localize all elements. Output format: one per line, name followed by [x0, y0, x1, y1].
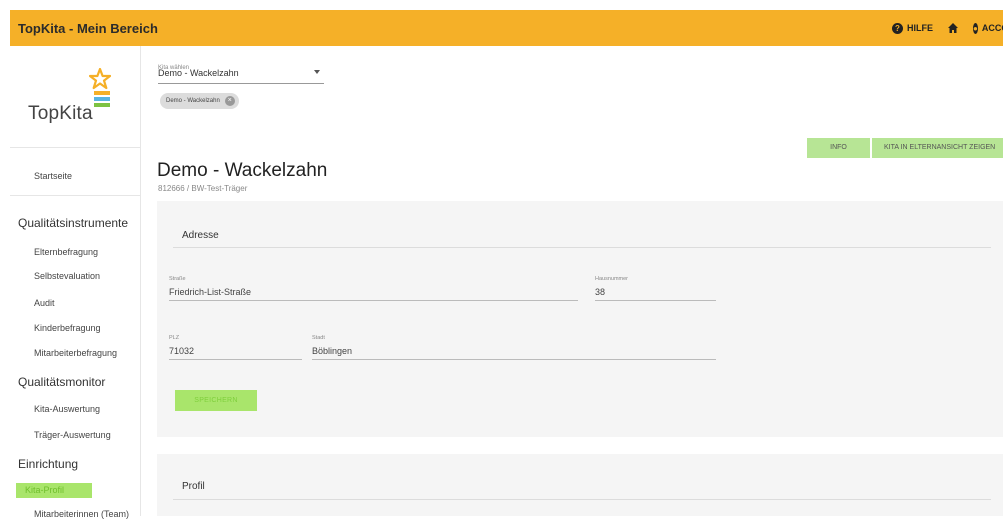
- help-icon: ?: [892, 22, 903, 34]
- page-title: Demo - Wackelzahn: [157, 160, 328, 181]
- plz-field[interactable]: PLZ 71032: [169, 335, 302, 360]
- logo-text: TopKita: [28, 103, 93, 124]
- sidebar-item-startseite[interactable]: Startseite: [34, 171, 72, 181]
- home-button[interactable]: [947, 22, 959, 34]
- street-input[interactable]: Friedrich-List-Straße: [169, 287, 578, 301]
- kita-chip: Demo - Wackelzahn ×: [160, 93, 239, 109]
- top-nav: ? HILFE ● ACCOUNT: [892, 10, 1003, 46]
- page-subtitle: 812666 / BW-Test-Träger: [158, 184, 248, 193]
- logo[interactable]: TopKita: [10, 46, 141, 148]
- chevron-down-icon: [314, 70, 320, 74]
- number-field[interactable]: Hausnummer 38: [595, 276, 716, 301]
- card-divider: [173, 247, 991, 248]
- account-button[interactable]: ● ACCOUNT: [973, 22, 1003, 34]
- top-bar: TopKita - Mein Bereich ? HILFE ● ACCOUNT: [10, 10, 1003, 46]
- kita-select[interactable]: Kita wählen Demo - Wackelzahn: [158, 56, 324, 84]
- account-label: ACCOUNT: [981, 23, 1003, 33]
- sidebar-item-elternbefragung[interactable]: Elternbefragung: [34, 247, 98, 257]
- sidebar-item-audit[interactable]: Audit: [34, 298, 55, 308]
- sidebar-divider: [10, 195, 141, 196]
- street-field[interactable]: Straße Friedrich-List-Straße: [169, 276, 578, 301]
- sidebar-item-kinderbefragung[interactable]: Kinderbefragung: [34, 323, 101, 333]
- plz-input[interactable]: 71032: [169, 346, 302, 360]
- card-divider: [173, 499, 991, 500]
- sidebar-heading-qualitaetsinstrumente: Qualitätsinstrumente: [18, 216, 129, 230]
- city-label: Stadt: [312, 335, 325, 341]
- sidebar-item-mitarbeiterinnen[interactable]: Mitarbeiterinnen (Team): [34, 509, 129, 519]
- help-button[interactable]: ? HILFE: [892, 22, 933, 34]
- close-icon[interactable]: ×: [224, 96, 235, 106]
- sidebar-item-selbstevaluation[interactable]: Selbstevaluation: [34, 271, 100, 281]
- sidebar-item-traeger-auswertung[interactable]: Träger-Auswertung: [34, 430, 111, 440]
- sidebar-item-mitarbeiterbefragung[interactable]: Mitarbeiterbefragung: [34, 348, 117, 358]
- home-icon: [948, 23, 958, 33]
- kita-select-value[interactable]: Demo - Wackelzahn: [158, 68, 324, 84]
- help-label: HILFE: [907, 23, 933, 33]
- street-label: Straße: [169, 276, 186, 282]
- info-button[interactable]: INFO: [807, 138, 870, 158]
- address-card: Adresse Straße Friedrich-List-Straße Hau…: [157, 201, 1003, 437]
- elternansicht-button[interactable]: KITA IN ELTERNANSICHT ZEIGEN: [872, 138, 1003, 158]
- sidebar: TopKita Startseite Qualitätsinstrumente …: [10, 46, 141, 519]
- kita-select-text: Demo - Wackelzahn: [158, 68, 239, 78]
- account-icon: ●: [973, 22, 978, 34]
- sidebar-item-kita-profil[interactable]: Kita-Profil: [16, 483, 92, 498]
- sidebar-heading-einrichtung: Einrichtung: [18, 457, 79, 471]
- sidebar-item-kita-auswertung[interactable]: Kita-Auswertung: [34, 404, 100, 414]
- sidebar-item-kita-profil-label: Kita-Profil: [25, 485, 65, 495]
- kita-chip-label: Demo - Wackelzahn: [166, 98, 220, 104]
- profil-card: Profil: [157, 454, 1003, 516]
- number-input[interactable]: 38: [595, 287, 716, 301]
- save-button[interactable]: SPEICHERN: [175, 390, 257, 411]
- profil-title: Profil: [182, 481, 205, 492]
- city-field[interactable]: Stadt Böblingen: [312, 335, 716, 360]
- plz-label: PLZ: [169, 335, 180, 341]
- app-title: TopKita - Mein Bereich: [18, 20, 158, 36]
- sidebar-heading-qualitaetsmonitor: Qualitätsmonitor: [18, 375, 106, 389]
- star-icon: [89, 68, 111, 90]
- logo-bars: [94, 91, 110, 109]
- number-label: Hausnummer: [595, 276, 629, 282]
- address-title: Adresse: [182, 230, 219, 241]
- city-input[interactable]: Böblingen: [312, 346, 716, 360]
